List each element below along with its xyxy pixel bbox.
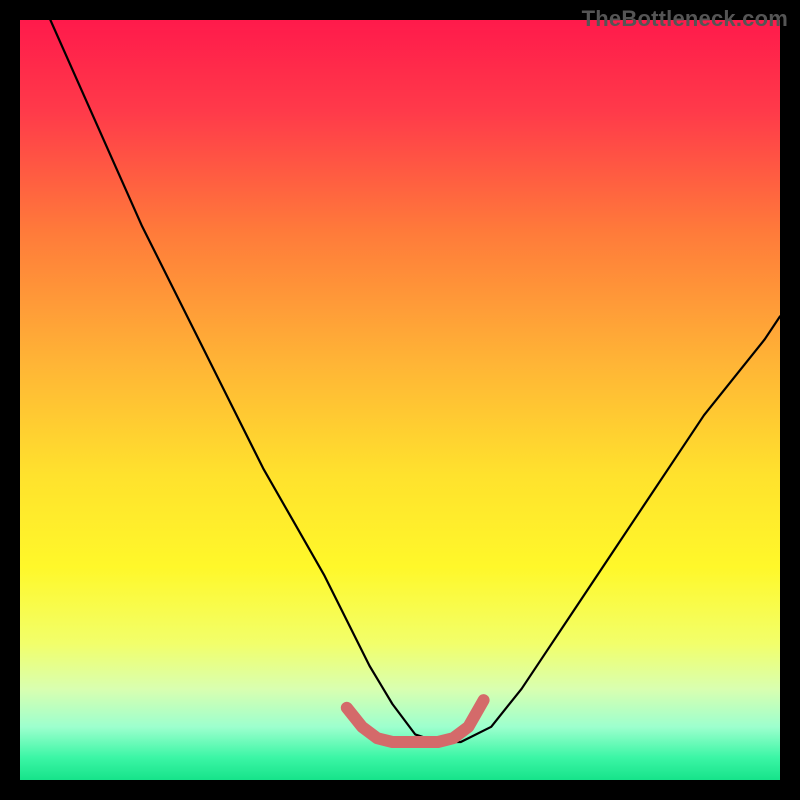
chart-frame: TheBottleneck.com: [0, 0, 800, 800]
plot-area: [20, 20, 780, 780]
watermark-label: TheBottleneck.com: [582, 6, 788, 32]
gradient-background: [20, 20, 780, 780]
chart-svg: [20, 20, 780, 780]
